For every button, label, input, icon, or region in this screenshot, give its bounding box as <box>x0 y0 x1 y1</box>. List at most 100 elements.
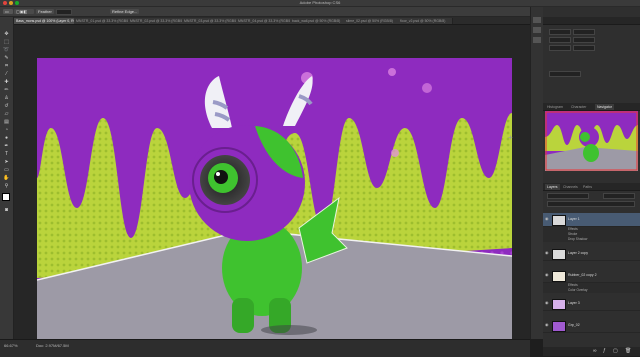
delete-layer-icon[interactable]: 🗑 <box>625 348 631 354</box>
pen-tool-icon[interactable]: ✒ <box>2 143 11 150</box>
tab-document-7[interactable]: floor_v2.psd @ 50% (RGB/8) <box>398 18 453 24</box>
tab-document-2[interactable]: MNSTR_02.psd @ 33.3% (RGB/8) <box>128 18 183 24</box>
add-style-icon[interactable]: ƒ <box>603 348 606 354</box>
navigator-preview[interactable] <box>545 111 638 171</box>
layer-row[interactable]: ◉ Layer 3 <box>543 297 640 311</box>
layer-name[interactable]: Layer 1 <box>568 217 580 221</box>
gradient-tool-icon[interactable]: ▤ <box>2 119 11 126</box>
visibility-eye-icon[interactable]: ◉ <box>545 251 549 255</box>
tab-layers[interactable]: Layers <box>545 184 560 190</box>
tab-document-5[interactable]: back_wall.psd @ 50% (RGB/8) <box>290 18 345 24</box>
property-field-3[interactable] <box>549 37 571 43</box>
property-field-5[interactable] <box>549 45 571 51</box>
layer-name[interactable]: Layer 2 copy <box>568 251 588 255</box>
artwork-image <box>37 58 512 342</box>
eyedropper-tool-icon[interactable]: ⁄ <box>2 71 11 78</box>
tab-document-4[interactable]: MNSTR_04.psd @ 33.3% (RGB/8) <box>236 18 291 24</box>
property-field-6[interactable] <box>573 45 595 51</box>
new-layer-icon[interactable]: ▢ <box>613 348 618 354</box>
layer-thumbnail <box>552 215 566 226</box>
layer-row[interactable]: ◉ Rubber_02 copy 2 <box>543 269 640 283</box>
title-bar: Adobe Photoshop CS6 <box>0 0 640 7</box>
lasso-tool-icon[interactable]: ➰ <box>2 47 11 54</box>
document-workspace[interactable]: + <box>14 25 530 342</box>
path-select-icon[interactable]: ➤ <box>2 159 11 166</box>
feather-input[interactable] <box>56 9 72 15</box>
layer-thumbnail <box>552 271 566 282</box>
layer-name[interactable]: Grp_02 <box>568 323 580 327</box>
property-field-1[interactable] <box>549 29 571 35</box>
tab-character[interactable]: Character <box>569 104 588 110</box>
document-canvas[interactable] <box>37 58 512 342</box>
properties-panel-header <box>543 17 640 25</box>
tab-histogram[interactable]: Histogram <box>545 104 565 110</box>
marquee-tool-icon[interactable]: ⬚ <box>2 39 11 46</box>
blend-mode-select[interactable] <box>547 193 589 199</box>
crop-tool-icon[interactable]: ⌗ <box>2 63 11 70</box>
document-info[interactable]: Doc: 2.97M/67.5M <box>36 343 69 348</box>
tab-navigator[interactable]: Navigator <box>595 104 614 110</box>
layer-row[interactable]: ◉ Layer 1 <box>543 213 640 227</box>
opacity-input[interactable] <box>603 193 635 199</box>
layer-name[interactable]: Rubber_02 copy 2 <box>568 273 597 277</box>
shape-tool-icon[interactable]: ▭ <box>2 167 11 174</box>
zoom-tool-icon[interactable]: ⚲ <box>2 183 11 190</box>
healing-brush-icon[interactable]: ✚ <box>2 79 11 86</box>
clone-stamp-icon[interactable]: ♙ <box>2 95 11 102</box>
eraser-tool-icon[interactable]: ▱ <box>2 111 11 118</box>
tab-paths[interactable]: Paths <box>581 184 594 190</box>
link-layers-icon[interactable]: ∞ <box>593 348 597 354</box>
navigator-thumbnail <box>545 111 638 171</box>
effect-color-overlay-label: Color Overlay <box>568 288 588 292</box>
visibility-eye-icon[interactable]: ◉ <box>545 323 549 327</box>
layer-effect-row[interactable]: Color Overlay <box>543 288 640 293</box>
properties-panel-icon[interactable] <box>533 37 541 43</box>
actions-panel-icon[interactable] <box>533 27 541 33</box>
layer-row[interactable]: ◉ Layer 2 copy <box>543 247 640 261</box>
effect-drop-shadow-label: Drop Shadow <box>568 237 588 241</box>
visibility-eye-icon[interactable]: ◉ <box>545 273 549 277</box>
selection-mode-buttons[interactable]: ▢▣◧ <box>14 9 34 14</box>
layer-effect-row[interactable]: Drop Shadow <box>543 237 640 242</box>
document-tabs: Bass_mons.psd @ 100% (Layer 0, RGB/8) MN… <box>14 17 530 25</box>
history-brush-icon[interactable]: ↺ <box>2 103 11 110</box>
hand-tool-icon[interactable]: ✋ <box>2 175 11 182</box>
layer-thumbnail <box>552 249 566 260</box>
layers-footer-toolbar: ∞ ƒ ▢ 🗑 <box>543 347 640 356</box>
property-field-4[interactable] <box>573 37 595 43</box>
layer-row[interactable]: ◉ Grp_02 <box>543 319 640 333</box>
brush-tool-icon[interactable]: ✏ <box>2 87 11 94</box>
navigator-panel-header: Histogram Character Navigator <box>543 103 640 111</box>
layer-thumbnail <box>552 299 566 310</box>
type-tool-icon[interactable]: T <box>2 151 11 158</box>
crosshair-cursor-icon: + <box>508 133 513 142</box>
tab-document-3[interactable]: MNSTR_03.psd @ 33.3% (RGB/8) <box>182 18 237 24</box>
layer-name[interactable]: Layer 3 <box>568 301 580 305</box>
panels-column: Histogram Character Navigator Layers Cha… <box>543 7 640 356</box>
quick-mask-icon[interactable]: ◙ <box>2 207 11 214</box>
layers-panel-header: Layers Channels Paths <box>543 183 640 191</box>
panel-dock <box>530 7 543 339</box>
blur-tool-icon[interactable]: ◔ <box>2 127 11 134</box>
status-bar: 66.67% Doc: 2.97M/67.5M <box>0 339 530 357</box>
app-title: Adobe Photoshop CS6 <box>299 0 341 5</box>
feather-label: Feather <box>36 9 54 14</box>
history-panel-icon[interactable] <box>533 17 541 23</box>
tab-channels[interactable]: Channels <box>561 184 580 190</box>
dodge-tool-icon[interactable]: ● <box>2 135 11 142</box>
refine-edge-button[interactable]: Refine Edge... <box>110 9 140 14</box>
visibility-eye-icon[interactable]: ◉ <box>545 301 549 305</box>
quick-select-tool-icon[interactable]: ✎ <box>2 55 11 62</box>
tab-document-0[interactable]: Bass_mons.psd @ 100% (Layer 0, RGB/8) <box>14 18 75 24</box>
layer-thumbnail <box>552 321 566 332</box>
layer-filter-input[interactable] <box>547 201 635 207</box>
zoom-level[interactable]: 66.67% <box>4 343 18 348</box>
move-tool-icon[interactable]: ✥ <box>2 31 11 38</box>
property-field-2[interactable] <box>573 29 595 35</box>
marquee-tool-icon[interactable]: ▭ <box>3 9 13 14</box>
visibility-eye-icon[interactable]: ◉ <box>545 217 549 221</box>
tab-document-1[interactable]: MNSTR_01.psd @ 33.3% (RGB/8) <box>74 18 129 24</box>
property-field-7[interactable] <box>549 71 581 77</box>
foreground-color-swatch[interactable] <box>2 193 10 201</box>
tab-document-6[interactable]: slime_02.psd @ 50% (RGB/8) <box>344 18 399 24</box>
